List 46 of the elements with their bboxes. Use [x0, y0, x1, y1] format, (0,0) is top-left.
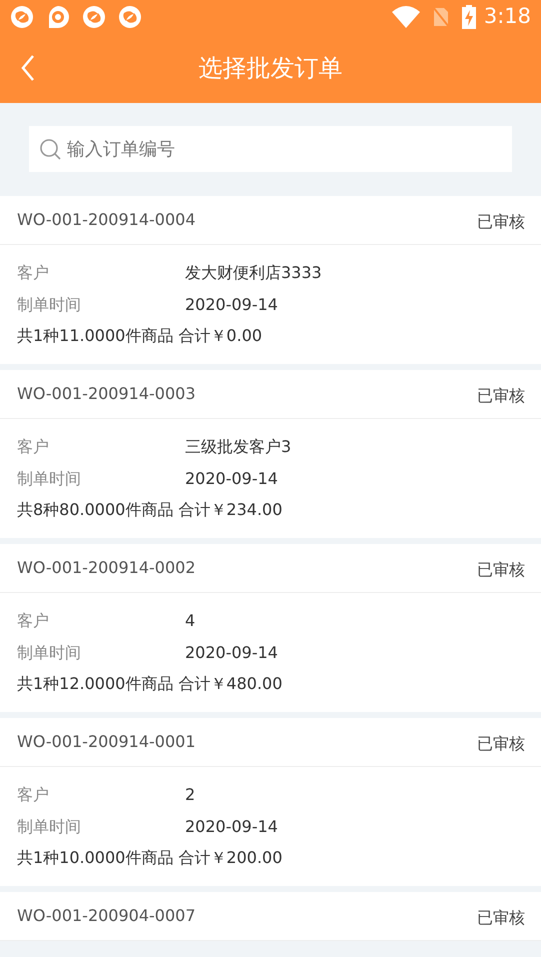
order-card[interactable]: WO-001-200914-0002 已审核 客户 4 制单时间 2020-09-14 共1种12.0000件商品 合计￥480.00 — [0, 544, 541, 712]
order-status: 已审核 — [477, 733, 525, 755]
order-summary: 共1种10.0000件商品 合计￥200.00 — [17, 847, 284, 869]
app-icon — [118, 4, 142, 28]
order-card[interactable]: WO-001-200904-0007 已审核 — [0, 892, 541, 941]
field-label: 客户 — [17, 784, 50, 806]
order-number: WO-001-200904-0007 — [17, 905, 196, 927]
order-status: 已审核 — [477, 559, 525, 581]
customer-name: 三级批发客户3 — [185, 436, 292, 458]
field-label: 制单时间 — [17, 468, 82, 490]
chat-bubble-icon — [46, 4, 70, 28]
order-date: 2020-09-14 — [185, 816, 278, 838]
back-icon — [21, 55, 35, 81]
battery-charging-icon — [462, 4, 476, 28]
order-status: 已审核 — [477, 385, 525, 407]
order-number: WO-001-200914-0004 — [17, 209, 196, 231]
field-label: 制单时间 — [17, 294, 82, 316]
app-icon — [82, 4, 106, 28]
order-date: 2020-09-14 — [185, 294, 278, 316]
search-field[interactable]: 输入订单编号 — [29, 126, 512, 172]
order-card[interactable]: WO-001-200914-0001 已审核 客户 2 制单时间 2020-09-14 共1种10.0000件商品 合计￥200.00 — [0, 718, 541, 886]
field-label: 客户 — [17, 610, 50, 632]
order-number: WO-001-200914-0001 — [17, 731, 196, 753]
order-date: 2020-09-14 — [185, 642, 278, 664]
field-label: 客户 — [17, 262, 50, 284]
customer-name: 发大财便利店3333 — [185, 262, 322, 284]
order-status: 已审核 — [477, 907, 525, 929]
field-label: 客户 — [17, 436, 50, 458]
order-summary: 共8种80.0000件商品 合计￥234.00 — [17, 499, 284, 521]
order-summary: 共1种12.0000件商品 合计￥480.00 — [17, 673, 284, 695]
order-status: 已审核 — [477, 211, 525, 233]
status-time: 3:18 — [484, 2, 531, 30]
customer-name: 4 — [185, 610, 196, 632]
customer-name: 2 — [185, 784, 196, 806]
no-sim-icon — [432, 6, 450, 28]
order-number: WO-001-200914-0002 — [17, 557, 196, 579]
order-card[interactable]: WO-001-200914-0003 已审核 客户 三级批发客户3 制单时间 2020-09-14 共8种80.0000件商品 合计￥234.00 — [0, 370, 541, 538]
field-label: 制单时间 — [17, 816, 82, 838]
page-title: 选择批发订单 — [198, 53, 342, 84]
order-card[interactable]: WO-001-200914-0004 已审核 客户 发大财便利店3333 制单时间 2020-09-14 共1种11.0000件商品 合计￥0.00 — [0, 196, 541, 364]
order-number: WO-001-200914-0003 — [17, 383, 196, 405]
app-icon — [10, 4, 34, 28]
wifi-icon — [392, 6, 420, 28]
order-date: 2020-09-14 — [185, 468, 278, 490]
field-label: 制单时间 — [17, 642, 82, 664]
order-summary: 共1种11.0000件商品 合计￥0.00 — [17, 325, 264, 347]
